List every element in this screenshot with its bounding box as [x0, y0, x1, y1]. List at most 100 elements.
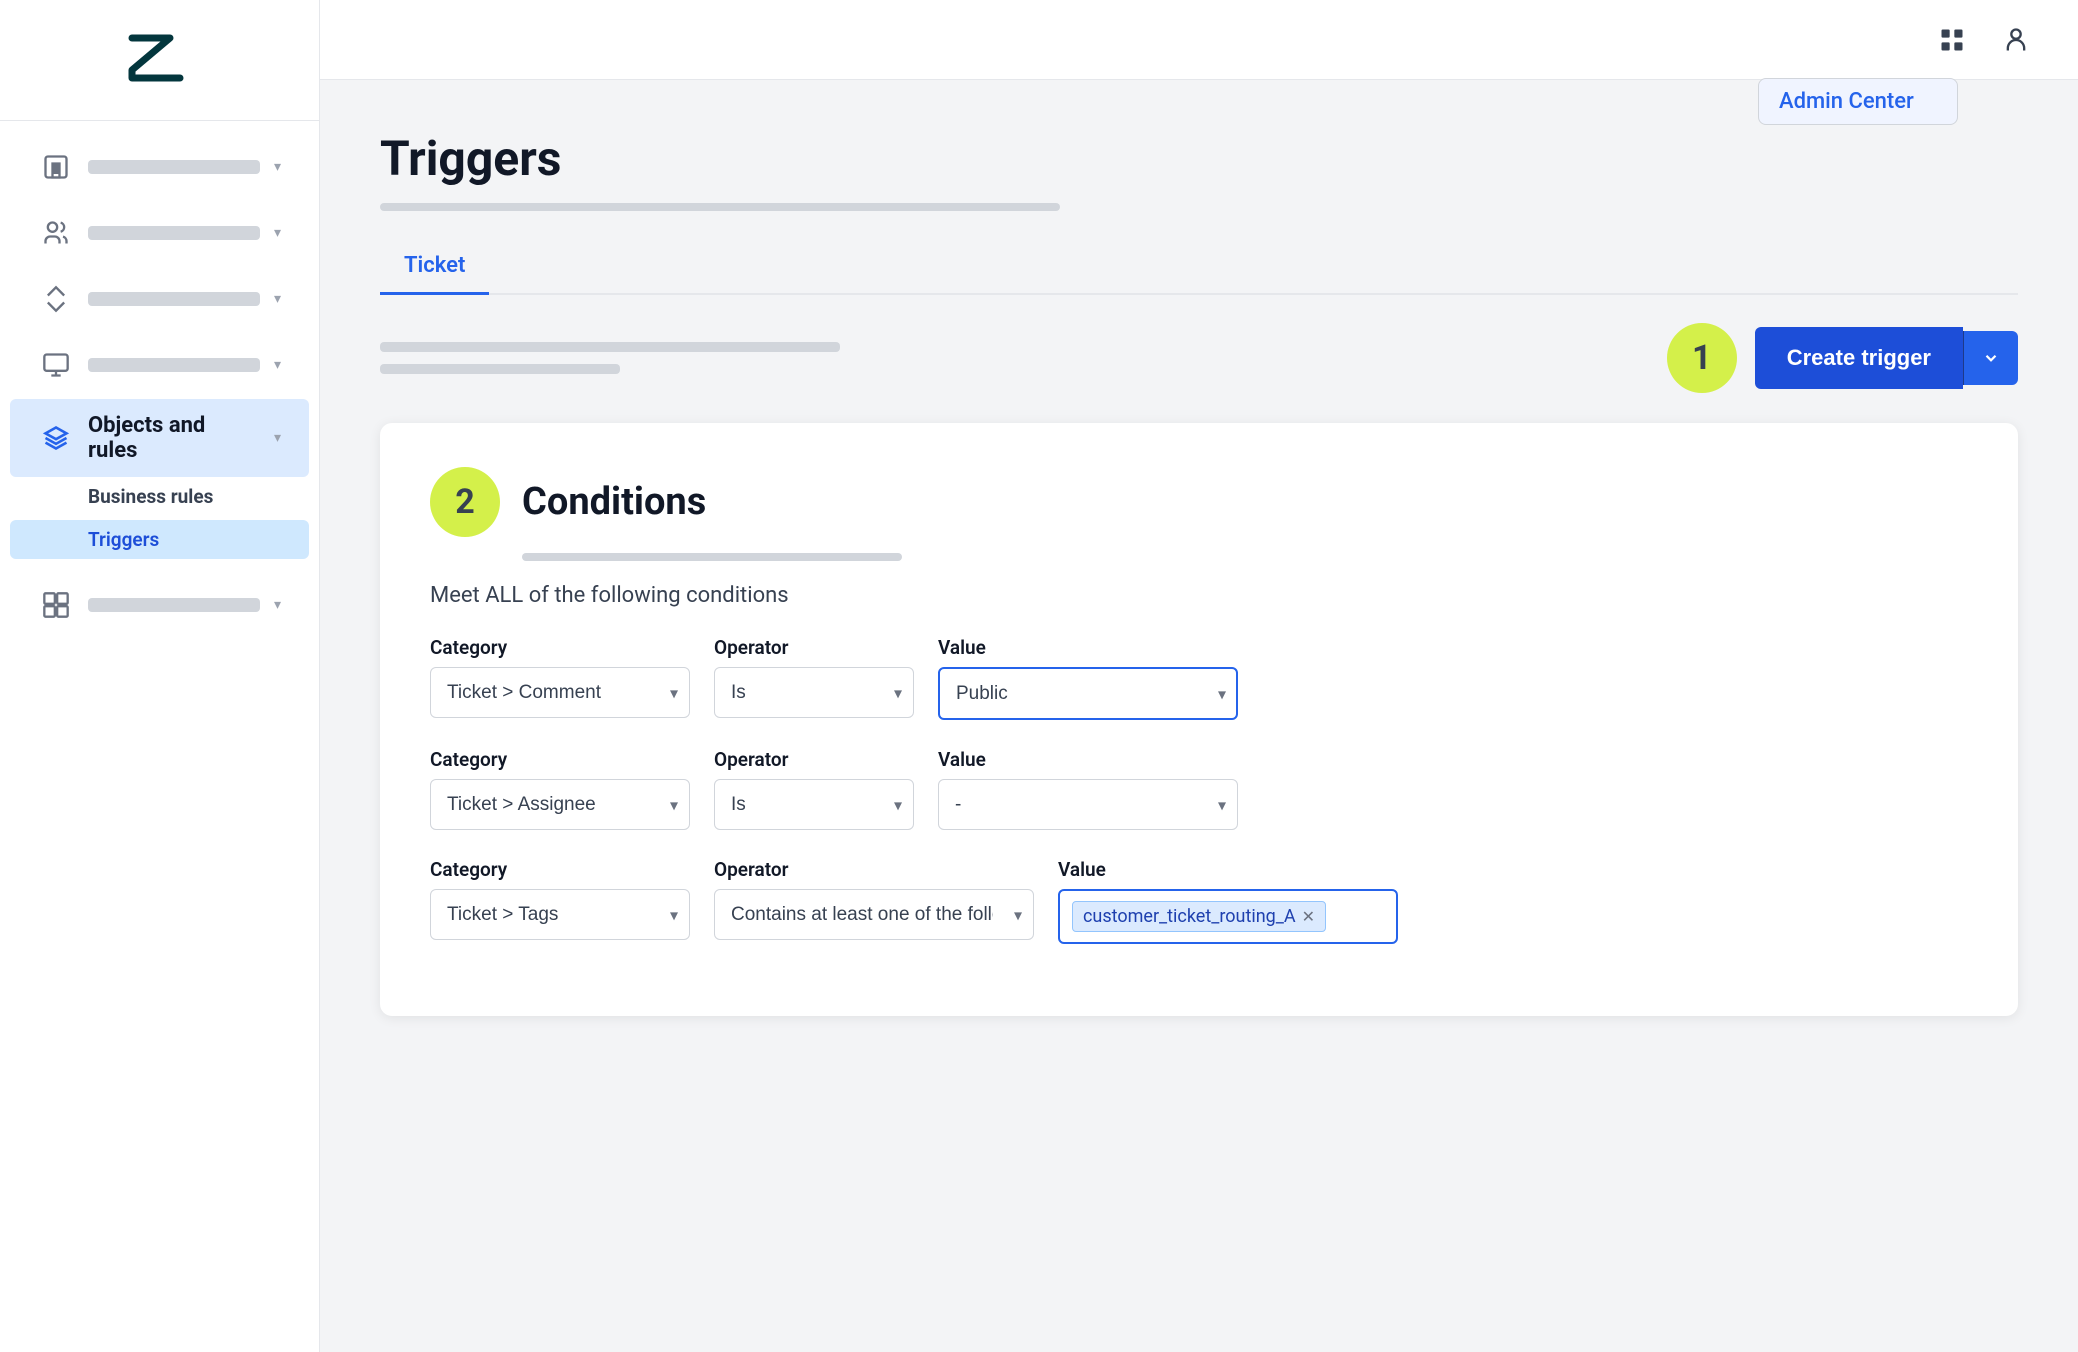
step-badge-2: 2: [430, 467, 500, 537]
category-select-wrapper-3: Ticket > Tags: [430, 889, 690, 940]
operator-label-1: Operator: [714, 636, 914, 659]
category-select-2[interactable]: Ticket > Assignee: [430, 779, 690, 830]
operator-select-wrapper-2: Is: [714, 779, 914, 830]
value-label-3: Value: [1058, 858, 1398, 881]
value-select-wrapper-2: -: [938, 779, 1238, 830]
people-icon: [38, 215, 74, 251]
main-content: Admin Center Triggers Ticket 1 Create tr…: [320, 0, 2078, 1352]
chevron-down-icon-4: ▾: [274, 357, 281, 373]
operator-select-wrapper-3: Contains at least one of the following: [714, 889, 1034, 940]
condition-row-2: Category Ticket > Assignee Operator Is: [430, 748, 1968, 830]
topbar-icons: [1930, 18, 2038, 62]
tag-chip-text: customer_ticket_routing_A: [1083, 906, 1296, 927]
create-trigger-button[interactable]: Create trigger: [1755, 327, 1963, 389]
card-header: 2 Conditions: [430, 467, 1968, 537]
category-select-1[interactable]: Ticket > Comment: [430, 667, 690, 718]
condition-group-category-3: Category Ticket > Tags: [430, 858, 690, 940]
sidebar-item-objects-and-rules[interactable]: Objects and rules ▾: [10, 399, 309, 477]
toolbar: 1 Create trigger: [380, 323, 2018, 393]
apps-icon: [38, 587, 74, 623]
admin-center-link[interactable]: Admin Center: [1779, 89, 1914, 114]
value-label-2: Value: [938, 748, 1238, 771]
condition-group-category-1: Category Ticket > Comment: [430, 636, 690, 718]
tab-ticket[interactable]: Ticket: [380, 239, 489, 295]
subnav-business-rules: Business rules Triggers: [0, 479, 319, 571]
value-label-1: Value: [938, 636, 1238, 659]
sidebar-label-bar-3: [88, 292, 260, 306]
category-label-3: Category: [430, 858, 690, 881]
objects-rules-icon: [38, 420, 74, 456]
admin-center-dropdown: Admin Center: [1758, 78, 1958, 125]
conditions-title: Conditions: [522, 480, 706, 524]
toolbar-bar-2: [380, 364, 620, 374]
sidebar-item-workspaces[interactable]: ▾: [10, 333, 309, 397]
tag-input-container[interactable]: customer_ticket_routing_A ✕: [1058, 889, 1398, 944]
subnav-group-label: Business rules: [10, 479, 309, 518]
condition-row-1: Category Ticket > Comment Operator Is: [430, 636, 1968, 720]
section-bar: [522, 553, 902, 561]
title-bar: [380, 203, 1060, 211]
zendesk-logo: [120, 28, 200, 88]
operator-select-wrapper-1: Is: [714, 667, 914, 718]
sidebar-item-apps[interactable]: ▾: [10, 573, 309, 637]
routing-icon: [38, 281, 74, 317]
condition-group-value-1: Value Public: [938, 636, 1238, 720]
condition-group-operator-1: Operator Is: [714, 636, 914, 718]
step-badge-1: 1: [1667, 323, 1737, 393]
tag-chip-close-button[interactable]: ✕: [1302, 907, 1315, 926]
sidebar-item-routing[interactable]: ▾: [10, 267, 309, 331]
condition-group-value-2: Value -: [938, 748, 1238, 830]
operator-label-2: Operator: [714, 748, 914, 771]
category-select-3[interactable]: Ticket > Tags: [430, 889, 690, 940]
create-trigger-group: Create trigger: [1755, 327, 2018, 389]
chevron-down-icon-5: ▾: [274, 430, 281, 446]
chevron-down-icon-3: ▾: [274, 291, 281, 307]
sidebar-label-bar-5: [88, 598, 260, 612]
tabs: Ticket: [380, 239, 2018, 295]
operator-select-2[interactable]: Is: [714, 779, 914, 830]
sidebar-item-label-objects-rules: Objects and rules: [88, 413, 254, 463]
page-body: Triggers Ticket 1 Create trigger: [320, 80, 2078, 1352]
sidebar-nav: ▾ ▾ ▾ ▾: [0, 121, 319, 1352]
sidebar-label-bar: [88, 160, 260, 174]
meet-all-text: Meet ALL of the following conditions: [430, 583, 1968, 608]
sidebar-label-bar-4: [88, 358, 260, 372]
topbar: Admin Center: [320, 0, 2078, 80]
category-select-wrapper-2: Ticket > Assignee: [430, 779, 690, 830]
operator-select-1[interactable]: Is: [714, 667, 914, 718]
condition-row-3: Category Ticket > Tags Operator Contains…: [430, 858, 1968, 944]
toolbar-right-area: 1 Create trigger: [1667, 323, 2018, 393]
toolbar-bars: [380, 342, 840, 374]
sidebar: ▾ ▾ ▾ ▾: [0, 0, 320, 1352]
sidebar-item-triggers[interactable]: Triggers: [10, 520, 309, 559]
grid-icon-button[interactable]: [1930, 18, 1974, 62]
user-avatar-button[interactable]: [1994, 18, 2038, 62]
conditions-card: 2 Conditions Meet ALL of the following c…: [380, 423, 2018, 1016]
sidebar-label-bar-2: [88, 226, 260, 240]
condition-group-operator-3: Operator Contains at least one of the fo…: [714, 858, 1034, 940]
tag-chip-1: customer_ticket_routing_A ✕: [1072, 901, 1326, 932]
value-select-1[interactable]: Public: [938, 667, 1238, 720]
chevron-down-icon: ▾: [274, 159, 281, 175]
chevron-down-icon-2: ▾: [274, 225, 281, 241]
workspaces-icon: [38, 347, 74, 383]
operator-label-3: Operator: [714, 858, 1034, 881]
value-select-wrapper-1: Public: [938, 667, 1238, 720]
condition-group-value-3: Value customer_ticket_routing_A ✕: [1058, 858, 1398, 944]
chevron-down-icon-6: ▾: [274, 597, 281, 613]
toolbar-bar-1: [380, 342, 840, 352]
page-title: Triggers: [380, 130, 2018, 187]
condition-group-operator-2: Operator Is: [714, 748, 914, 830]
create-trigger-chevron-button[interactable]: [1963, 331, 2018, 385]
category-label-2: Category: [430, 748, 690, 771]
category-select-wrapper-1: Ticket > Comment: [430, 667, 690, 718]
sidebar-item-building[interactable]: ▾: [10, 135, 309, 199]
condition-group-category-2: Category Ticket > Assignee: [430, 748, 690, 830]
logo-area: [0, 0, 319, 121]
operator-select-3[interactable]: Contains at least one of the following: [714, 889, 1034, 940]
building-icon: [38, 149, 74, 185]
sidebar-item-people[interactable]: ▾: [10, 201, 309, 265]
value-select-2[interactable]: -: [938, 779, 1238, 830]
category-label-1: Category: [430, 636, 690, 659]
objects-rules-label-area: Objects and rules ▾: [88, 413, 281, 463]
